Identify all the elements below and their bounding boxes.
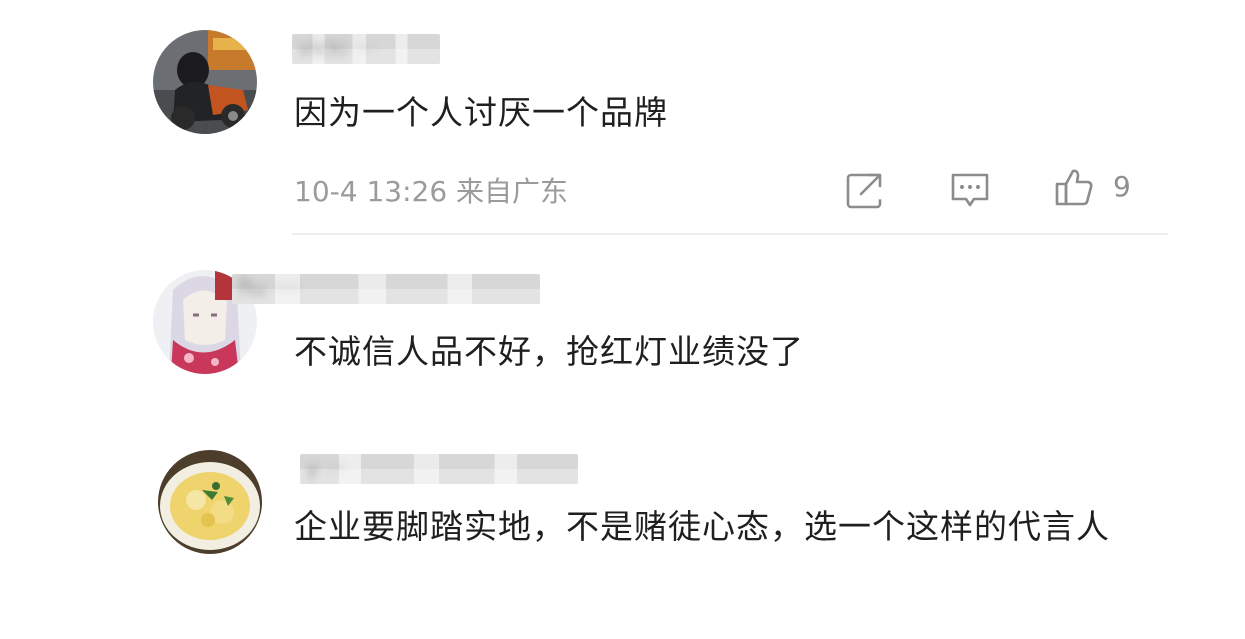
motorcycle-rider-avatar-icon <box>153 30 257 134</box>
username[interactable]: vicki ··· <box>292 34 440 64</box>
comment-item: y ··· 企业要脚踏实地，不是赌徒心态，选一个这样的代言人 <box>0 420 1245 639</box>
comment-item: vicki ··· 因为一个人讨厌一个品牌 10-4 13:26 来自广东 9 <box>0 0 1245 240</box>
comment-icon[interactable] <box>950 170 990 210</box>
comment-text: 企业要脚踏实地，不是赌徒心态，选一个这样的代言人 <box>294 507 1110 546</box>
food-plate-avatar-icon <box>158 450 262 554</box>
comment-item: Ru ···· 不诚信人品不好，抢红灯业绩没了 <box>0 240 1245 430</box>
comment-text: 不诚信人品不好，抢红灯业绩没了 <box>294 332 804 371</box>
like-count: 9 <box>1113 170 1131 203</box>
divider <box>292 233 1168 235</box>
thumbs-up-icon[interactable] <box>1054 167 1094 207</box>
share-icon[interactable] <box>845 170 885 210</box>
avatar[interactable] <box>158 450 262 554</box>
avatar[interactable] <box>153 30 257 134</box>
comment-meta: 10-4 13:26 来自广东 <box>294 175 569 208</box>
comment-text: 因为一个人讨厌一个品牌 <box>294 93 668 132</box>
username[interactable]: y ··· <box>300 454 578 484</box>
username[interactable]: Ru ···· <box>232 274 540 304</box>
